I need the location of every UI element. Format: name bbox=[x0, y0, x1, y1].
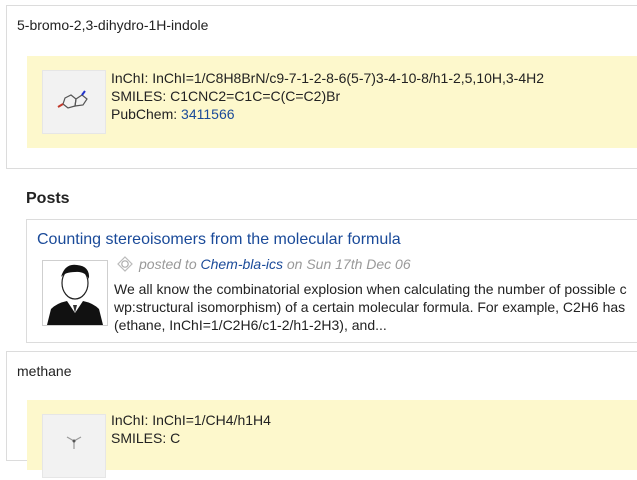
feed-icon bbox=[117, 256, 133, 275]
post-meta: posted to Chem-bla-ics on Sun 17th Dec 0… bbox=[117, 256, 411, 274]
compound-name: 5-bromo-2,3-dihydro-1H-indole bbox=[17, 17, 209, 33]
post-card: Counting stereoisomers from the molecula… bbox=[26, 219, 637, 343]
pubchem-label: PubChem: bbox=[111, 106, 182, 122]
compound-name: methane bbox=[17, 363, 72, 379]
inchi-text: InChI: InChI=1/C8H8BrN/c9-7-1-2-8-6(5-7)… bbox=[111, 70, 545, 86]
molecule-thumbnail-icon[interactable] bbox=[42, 70, 106, 134]
author-avatar[interactable] bbox=[42, 260, 108, 326]
inchi-text: InChI: InChI=1/CH4/h1H4 bbox=[111, 412, 271, 428]
excerpt-line: (ethane, InChI=1/C2H6/c1-2/h1-2H3), and.… bbox=[114, 317, 387, 333]
smiles-text: SMILES: C bbox=[111, 430, 181, 446]
compound-info-box: InChI: InChI=1/CH4/h1H4 SMILES: C bbox=[27, 400, 637, 478]
posts-heading: Posts bbox=[26, 190, 70, 207]
pubchem-link[interactable]: 3411566 bbox=[181, 106, 234, 122]
compound-info-box: InChI: InChI=1/C8H8BrN/c9-7-1-2-8-6(5-7)… bbox=[27, 56, 637, 148]
post-excerpt: We all know the combinatorial explosion … bbox=[114, 280, 637, 334]
compound-panel-1: 5-bromo-2,3-dihydro-1H-indole InChI: InC… bbox=[6, 5, 637, 169]
posted-to-text: posted to bbox=[139, 256, 197, 273]
excerpt-line: wp:structural isomorphism) of a certain … bbox=[114, 299, 626, 315]
pubchem-line: PubChem: 3411566 bbox=[111, 105, 235, 123]
molecule-thumbnail-icon[interactable] bbox=[42, 414, 106, 478]
compound-panel-2: methane InChI: InChI=1/CH4/h1H4 SMILES: … bbox=[6, 351, 637, 478]
on-text: on bbox=[286, 256, 303, 273]
post-title-link[interactable]: Counting stereoisomers from the molecula… bbox=[37, 231, 401, 249]
blog-link[interactable]: Chem-bla-ics bbox=[201, 256, 283, 272]
post-date: Sun 17th Dec 06 bbox=[306, 256, 411, 273]
excerpt-line: We all know the combinatorial explosion … bbox=[114, 281, 627, 297]
smiles-text: SMILES: C1CNC2=C1C=C(C=C2)Br bbox=[111, 88, 341, 104]
